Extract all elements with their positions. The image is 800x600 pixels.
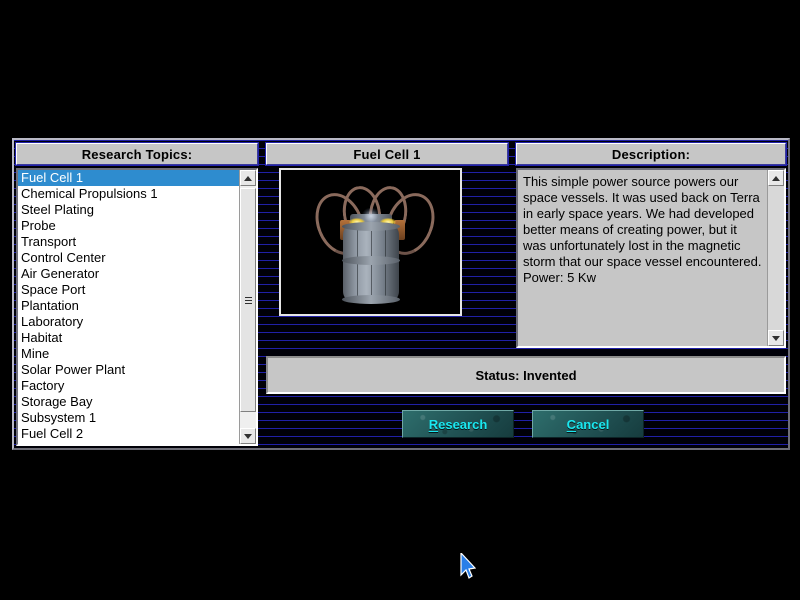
- description-scroll-down-button[interactable]: [768, 330, 784, 346]
- topics-scroll-thumb[interactable]: [240, 188, 256, 412]
- topics-scroll-down-button[interactable]: [240, 428, 256, 444]
- triangle-down-icon: [772, 335, 780, 341]
- topic-list-item[interactable]: Steel Plating: [18, 202, 239, 218]
- research-topics-header: Research Topics:: [15, 142, 259, 166]
- description-header: Description:: [515, 142, 787, 166]
- cancel-button[interactable]: Cancel: [532, 410, 644, 438]
- topics-scroll-up-button[interactable]: [240, 170, 256, 186]
- topic-list-item[interactable]: Fuel Cell 2: [18, 426, 239, 442]
- research-topics-title: Research Topics:: [81, 146, 193, 162]
- description-box[interactable]: This simple power source powers our spac…: [516, 168, 786, 348]
- picture-frame: [279, 168, 462, 316]
- research-button-label: Research: [428, 416, 488, 432]
- fuel-cell-top-rim: [341, 222, 400, 231]
- research-button[interactable]: Research: [402, 410, 514, 438]
- research-topics-list[interactable]: Fuel Cell 1 Chemical Propulsions 1 Steel P…: [18, 170, 239, 444]
- topic-list-item[interactable]: Probe: [18, 218, 239, 234]
- status-bar: Status: Invented: [266, 356, 786, 394]
- description-text: This simple power source powers our spac…: [518, 170, 767, 346]
- topic-list-item[interactable]: Air Generator: [18, 266, 239, 282]
- topic-list-item[interactable]: Control Center: [18, 250, 239, 266]
- topic-list-item[interactable]: Subsystem 1: [18, 410, 239, 426]
- topic-list-item[interactable]: Fuel Cell 1: [18, 170, 239, 186]
- topic-list-item[interactable]: Factory: [18, 378, 239, 394]
- fuel-cell-bottom-rim: [341, 295, 400, 304]
- research-topics-listbox[interactable]: Fuel Cell 1 Chemical Propulsions 1 Steel P…: [16, 168, 258, 446]
- research-dialog-window: Research Topics: Fuel Cell 1 Chemical Pro…: [12, 138, 790, 579]
- topic-list-item[interactable]: Space Port: [18, 282, 239, 298]
- status-text: Status: Invented: [475, 367, 577, 383]
- topic-list-item[interactable]: Chemical Propulsions 1: [18, 186, 239, 202]
- topic-list-item[interactable]: Storage Bay: [18, 394, 239, 410]
- cancel-button-label: Cancel: [566, 416, 610, 432]
- topic-list-item[interactable]: Mine: [18, 346, 239, 362]
- grip-icon: [244, 296, 252, 304]
- topic-list-item[interactable]: Transport: [18, 234, 239, 250]
- description-title: Description:: [611, 146, 691, 162]
- topics-scrollbar[interactable]: [239, 170, 256, 444]
- screen: Research Topics: Fuel Cell 1 Chemical Pro…: [0, 0, 800, 600]
- topic-list-item[interactable]: Laboratory: [18, 314, 239, 330]
- topic-list-item[interactable]: Habitat: [18, 330, 239, 346]
- picture-title: Fuel Cell 1: [353, 146, 421, 162]
- triangle-up-icon: [772, 175, 780, 181]
- triangle-down-icon: [244, 433, 252, 439]
- fuel-cell-image: [281, 170, 460, 314]
- mouse-pointer-icon: [460, 553, 476, 579]
- topic-list-item[interactable]: Solar Power Plant: [18, 362, 239, 378]
- description-scroll-up-button[interactable]: [768, 170, 784, 186]
- description-scrollbar[interactable]: [767, 170, 784, 346]
- topic-list-item[interactable]: Plantation: [18, 298, 239, 314]
- fuel-cell-mid-rim: [341, 256, 400, 265]
- picture-header: Fuel Cell 1: [265, 142, 509, 166]
- triangle-up-icon: [244, 175, 252, 181]
